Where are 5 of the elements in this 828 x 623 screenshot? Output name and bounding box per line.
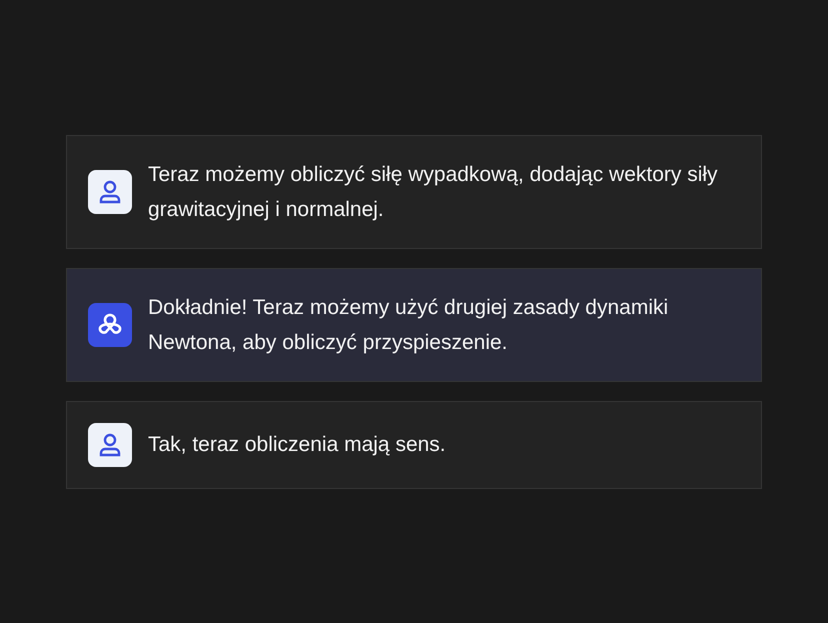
user-icon bbox=[97, 178, 123, 204]
message-text: Dokładnie! Teraz możemy użyć drugiej zasady dynamiki Newtona, aby obliczyć przyspieszenie. bbox=[148, 294, 670, 356]
message-text: Teraz możemy obliczyć siłę wypadkową, dodając wektory siły grawitacyjnej i normalnej. bbox=[148, 162, 719, 222]
user-icon bbox=[97, 432, 123, 458]
message-text: Tak, teraz obliczenia mają sens. bbox=[148, 432, 446, 458]
